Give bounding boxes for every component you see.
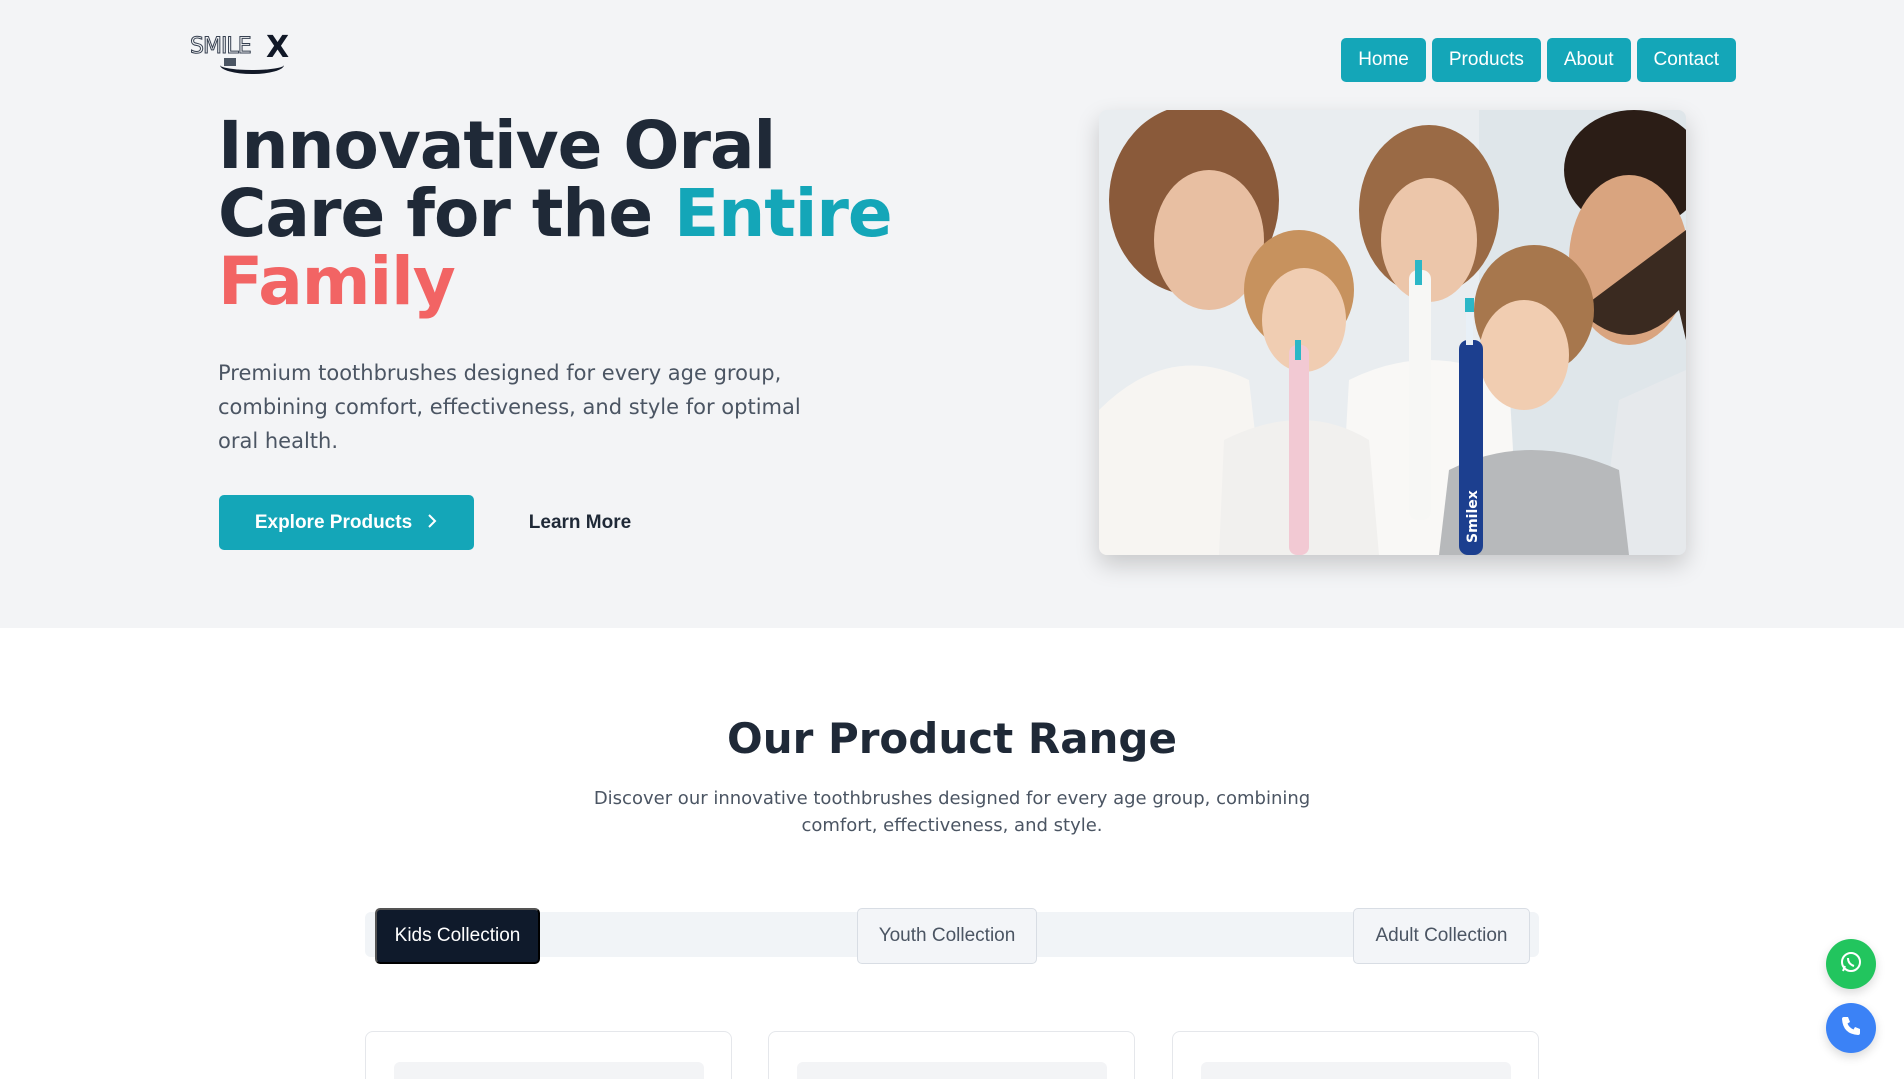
hero-family-image: Smilex: [1099, 110, 1686, 555]
hero-title: Innovative Oral Care for the Entire Fami…: [218, 112, 918, 316]
product-card[interactable]: [768, 1031, 1135, 1079]
tab-adult-collection[interactable]: Adult Collection: [1353, 908, 1530, 964]
call-button[interactable]: [1826, 1003, 1876, 1053]
product-card-image-placeholder: [1201, 1062, 1511, 1079]
whatsapp-icon: [1839, 950, 1863, 978]
chevron-right-icon: [426, 512, 438, 534]
hero-title-line3: Family: [218, 243, 456, 320]
nav-contact[interactable]: Contact: [1636, 38, 1736, 82]
product-card[interactable]: [1172, 1031, 1539, 1079]
products-section-description: Discover our innovative toothbrushes des…: [593, 788, 1311, 836]
hero-title-accent: Entire: [674, 175, 893, 252]
explore-products-button[interactable]: Explore Products: [219, 495, 474, 550]
products-section-title: Our Product Range: [727, 714, 1177, 763]
hero-title-line1: Innovative Oral: [218, 107, 776, 184]
product-card[interactable]: [365, 1031, 732, 1079]
product-card-image-placeholder: [394, 1062, 704, 1079]
product-card-image-placeholder: [797, 1062, 1107, 1079]
tab-youth-collection[interactable]: Youth Collection: [857, 908, 1037, 964]
explore-products-label: Explore Products: [254, 511, 413, 533]
whatsapp-button[interactable]: [1826, 939, 1876, 989]
phone-icon: [1839, 1014, 1863, 1042]
main-nav: Home Products About Contact: [1341, 38, 1736, 82]
logo[interactable]: SMILE X: [190, 30, 300, 76]
hero-section: SMILE X Home Products About Contact Inno…: [0, 0, 1904, 628]
learn-more-button[interactable]: Learn More: [510, 495, 650, 550]
nav-products[interactable]: Products: [1431, 38, 1541, 82]
logo-bar: [224, 58, 236, 66]
toothbrush-label: Smilex: [1465, 490, 1481, 543]
nav-home[interactable]: Home: [1341, 38, 1426, 82]
hero-description: Premium toothbrushes designed for every …: [218, 361, 801, 453]
tab-kids-collection[interactable]: Kids Collection: [375, 908, 540, 964]
hero-title-line2: Care for the: [218, 175, 675, 252]
nav-about[interactable]: About: [1546, 38, 1631, 82]
